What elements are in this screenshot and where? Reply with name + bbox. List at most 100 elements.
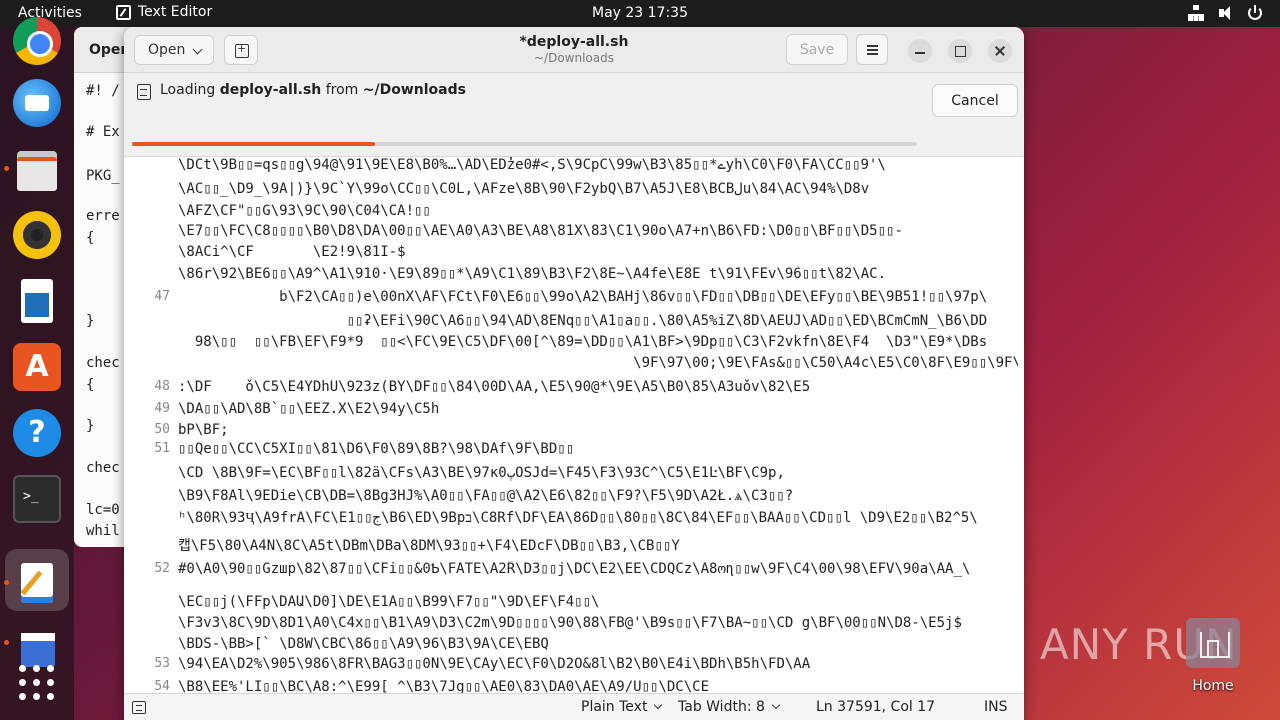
anyrun-watermark: ANY RUN	[1040, 606, 1280, 676]
code-line[interactable]: \E7▯▯\FC\C8▯▯▯▯\B0\D8\DA\00▯▯\AE\A0\A3\B…	[124, 223, 1024, 243]
app-name: Text Editor	[138, 4, 213, 20]
background-code-line: }	[86, 313, 95, 329]
insert-mode[interactable]: INS	[984, 699, 1008, 715]
tab-width-selector[interactable]: Tab Width: 8	[678, 699, 781, 715]
close-button[interactable]	[988, 39, 1012, 63]
code-line[interactable]: \9F\97\00;\9E\FAs&▯▯\C50\A4c\E5\C0\8F\E9…	[124, 355, 1024, 375]
line-text: \8ACi^\CF \E2!9\81I-$	[178, 244, 406, 260]
line-text: :\DF ǒ\C5\E4YDhU\923z(BY\DF▯▯\84\00D\AA,…	[178, 379, 811, 395]
line-number: 52	[154, 561, 170, 576]
background-code-line: lc=0	[86, 502, 120, 518]
cursor-position[interactable]: Ln 37591, Col 17	[816, 699, 935, 715]
background-code-line: }	[86, 418, 95, 434]
text-editor-icon[interactable]	[13, 559, 61, 607]
chevron-down-icon	[192, 44, 203, 55]
code-line[interactable]: 49 \DA▯▯\AD\8B`▯▯\EEZ.X\E2\94y\C5h	[124, 401, 1024, 421]
network-icon[interactable]	[1188, 5, 1204, 21]
help-icon[interactable]: ?	[13, 409, 61, 457]
code-line[interactable]: \F3v3\8C\9D\8D1\A0\C4x▯▯\B1\A9\D3\C2m\9D…	[124, 615, 1024, 635]
new-tab-button[interactable]	[224, 35, 258, 65]
code-line[interactable]: \B9\F8Al\9EDie\CB\DB=\8Bg3HJ%\A0▯▯\FA▯▯@…	[124, 488, 1024, 508]
files-icon[interactable]	[13, 145, 61, 193]
status-bar: Plain Text Tab Width: 8 Ln 37591, Col 17…	[124, 693, 1024, 720]
text-view[interactable]: \FB\80/▯▯\DE8\▯D\D8O\97*▯▯\D1\DA<▯▯▯\9C<…	[124, 157, 1024, 719]
line-text: \CD \8B\9F=\EC\BF▯▯l\82ä\CFs\A3\BE\97ĸ0پ…	[178, 465, 785, 481]
power-icon[interactable]	[1248, 5, 1262, 20]
code-line[interactable]: \DCt\9B▯▯=qs▯▯g\94@\91\9E\E8\B0%…\AD\EDz…	[124, 157, 1024, 177]
code-line[interactable]: ▯▯ʡ\EFi\90C\A6▯▯\94\AD\8ENq▯▯\A1▯a▯▯.\80…	[124, 313, 1024, 333]
code-line[interactable]: 47 b\F2\CA▯▯)e\00nX\AF\FCt\F0\E6▯▯\99o\A…	[124, 289, 1024, 309]
code-line[interactable]: \8ACi^\CF \E2!9\81I-$	[124, 244, 1024, 264]
code-line[interactable]: \AFZ\CF"▯▯G\93\9C\90\C04\CA!▯▯	[124, 203, 1024, 223]
main-menu-button[interactable]	[856, 34, 888, 65]
code-line[interactable]: 50 bP\BF;	[124, 422, 1024, 442]
header-bar: Open *deploy-all.sh ~/Downloads Save	[124, 27, 1024, 73]
cancel-button[interactable]: Cancel	[932, 84, 1018, 117]
line-number: 54	[154, 679, 170, 694]
code-line[interactable]: 48 :\DF ǒ\C5\E4YDhU\923z(BY\DF▯▯\84\00D\A…	[124, 379, 1024, 399]
top-bar: Activities Text Editor May 23 17:35	[0, 0, 1280, 27]
open-button[interactable]: Open	[134, 35, 214, 65]
loading-progress-fill	[132, 142, 376, 146]
line-text: \B9\F8Al\9EDie\CB\DB=\8Bg3HJ%\A0▯▯\FA▯▯@…	[178, 488, 794, 504]
save-button[interactable]: Save	[786, 34, 848, 65]
code-line[interactable]: 98\▯▯ ▯▯\FB\EF\F9*9 ▯▯<\FC\9E\C5\DF\00[^…	[124, 334, 1024, 354]
line-text: \E7▯▯\FC\C8▯▯▯▯\B0\D8\DA\00▯▯\AE\A0\A3\B…	[178, 223, 903, 239]
system-tray[interactable]	[1188, 5, 1262, 21]
code-line[interactable]: 53 \94\EA\D2%\905\986\8FR\BAG3▯▯0N\9E\CAy…	[124, 656, 1024, 676]
terminal-icon[interactable]: >_	[13, 475, 61, 523]
running-indicator	[4, 166, 9, 171]
thunderbird-icon[interactable]	[13, 79, 61, 127]
app-menu[interactable]: Text Editor	[116, 4, 212, 20]
side-panel-icon[interactable]	[132, 701, 146, 714]
app-center-icon[interactable]: A	[13, 343, 61, 391]
code-line[interactable]: 캡\F5\80\A4N\8C\A5t\DBm\DBa\8DM\93▯▯+\F4\…	[124, 535, 1024, 555]
code-line[interactable]: \86r\92\BE6▯▯\A9^\A1\910·\E9\89▯▯*\A9\C1…	[124, 266, 1024, 286]
line-text: \AC▯▯_\D9_\9A|)}\9C`Y\99o\CC▯▯\C0L,\AFze…	[178, 181, 870, 197]
line-text: \DA▯▯\AD\8B`▯▯\EEZ.X\E2\94y\C5h	[178, 401, 440, 417]
line-text: ▯▯ʡ\EFi\90C\A6▯▯\94\AD\8ENq▯▯\A1▯a▯▯.\80…	[178, 313, 988, 329]
volume-icon[interactable]	[1218, 5, 1234, 21]
loading-progress-bar	[132, 142, 917, 146]
code-line[interactable]: 51 ▯▯Qe▯▯\CC\C5XI▯▯\81\D6\F0\89\8B?\98\DA…	[124, 441, 1024, 461]
line-text: \AFZ\CF"▯▯G\93\9C\90\C04\CA!▯▯	[178, 203, 431, 219]
code-line[interactable]: \EC▯▯j(\FFp\DAԱ\D0]\DE\E1A▯▯\B99\F7▯▯"\9…	[124, 594, 1024, 614]
line-number: 48	[154, 379, 170, 394]
background-code-line: chec	[86, 460, 120, 476]
line-text: \9F\97\00;\9E\FAs&▯▯\C50\A4c\E5\C0\8F\E9…	[178, 355, 1018, 371]
code-line[interactable]: \BDS-\BB>[` \D8W\CBC\86▯▯\A9\96\B3\9A\CE…	[124, 636, 1024, 656]
text-editor-icon	[116, 4, 131, 20]
code-line[interactable]: \CD \8B\9F=\EC\BF▯▯l\82ä\CFs\A3\BE\97ĸ0پ…	[124, 465, 1024, 485]
home-folder-icon[interactable]	[1186, 618, 1240, 668]
show-apps-icon[interactable]	[13, 665, 61, 713]
chevron-down-icon	[654, 700, 663, 710]
rhythmbox-icon[interactable]	[13, 211, 61, 259]
maximize-button[interactable]	[948, 39, 972, 63]
line-text: b\F2\CA▯▯)e\00nX\AF\FCt\F0\E6▯▯\99o\A2\B…	[178, 289, 988, 305]
line-number: 47	[154, 289, 170, 304]
minimize-button[interactable]	[908, 39, 932, 63]
loading-infobar: Loading deploy-all.sh from ~/Downloads C…	[124, 73, 1024, 157]
line-text: \94\EA\D2%\905\986\8FR\BAG3▯▯0N\9E\CAy\E…	[178, 656, 811, 672]
line-number: 53	[154, 656, 170, 671]
line-text: \DCt\9B▯▯=qs▯▯g\94@\91\9E\E8\B0%…\AD\EDz…	[178, 157, 886, 173]
background-code-line: #! /	[86, 83, 120, 99]
text-editor-window[interactable]: Open *deploy-all.sh ~/Downloads Save Loa…	[124, 27, 1024, 720]
code-line[interactable]: ʰ\80R\93Ҷ\A9frA\FC\E1▯▯ج\B6\ED\9Bpב\C8Rf…	[124, 510, 1024, 530]
line-text: \BDS-\BB>[` \D8W\CBC\86▯▯\A9\96\B3\9A\CE…	[178, 636, 549, 652]
running-indicator	[4, 580, 9, 585]
window-title: *deploy-all.sh ~/Downloads	[424, 34, 724, 65]
chrome-icon[interactable]	[13, 17, 61, 65]
line-text: ▯▯Qe▯▯\CC\C5XI▯▯\81\D6\F0\89\8B?\98\DAf\…	[178, 441, 575, 457]
background-code-line: whil	[86, 523, 120, 539]
line-number: 51	[154, 441, 170, 456]
code-line[interactable]: 52 #0\A0\90▯▯Gzшp\82\87▯▯\CFi▯▯&0Ƅ\FATE\A…	[124, 561, 1024, 581]
home-folder-label[interactable]: Home	[1166, 678, 1260, 694]
line-number: 49	[154, 401, 170, 416]
background-code-line: # Ex	[86, 124, 120, 140]
line-text: ʰ\80R\93Ҷ\A9frA\FC\E1▯▯ج\B6\ED\9Bpב\C8Rf…	[178, 510, 978, 526]
language-selector[interactable]: Plain Text	[581, 699, 663, 715]
dock: A ? >_	[0, 17, 74, 720]
libreoffice-writer-icon[interactable]	[13, 277, 61, 325]
code-line[interactable]: \AC▯▯_\D9_\9A|)}\9C`Y\99o\CC▯▯\C0L,\AFze…	[124, 181, 1024, 201]
